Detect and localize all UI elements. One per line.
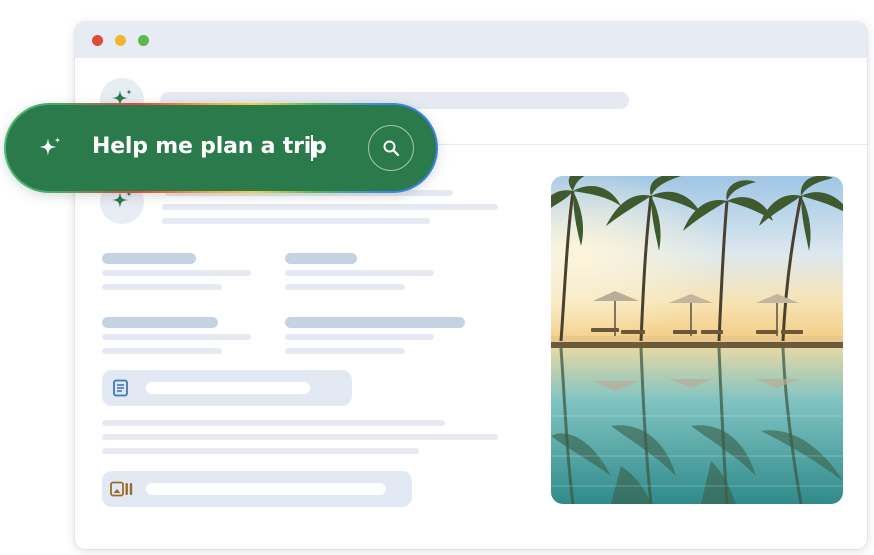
document-icon (113, 379, 128, 397)
placeholder-line (285, 270, 434, 276)
beach-pool-photo (551, 176, 843, 504)
placeholder-line (102, 348, 222, 354)
placeholder-line (162, 218, 430, 224)
prompt-search-bar[interactable]: Help me plan a trip (6, 105, 436, 191)
placeholder-line (102, 270, 251, 276)
minimize-window-button[interactable] (115, 35, 126, 46)
placeholder-heading (102, 253, 196, 264)
prompt-input[interactable]: Help me plan a trip (92, 134, 327, 159)
document-chip[interactable] (102, 370, 352, 406)
placeholder-heading (285, 317, 465, 328)
placeholder-line (285, 334, 434, 340)
placeholder-line (285, 284, 405, 290)
placeholder-line (285, 348, 405, 354)
sparkle-icon (39, 137, 61, 156)
chip-placeholder (146, 483, 386, 495)
media-icon (110, 481, 133, 497)
search-icon (383, 140, 400, 157)
media-chip[interactable] (102, 471, 412, 507)
title-bar (75, 22, 867, 58)
placeholder-heading (102, 317, 218, 328)
stage: Help me plan a trip (0, 0, 874, 555)
close-window-button[interactable] (92, 35, 103, 46)
maximize-window-button[interactable] (138, 35, 149, 46)
placeholder-line (102, 334, 251, 340)
placeholder-line (102, 284, 222, 290)
placeholder-line (102, 434, 498, 440)
palm-trees-image (551, 176, 843, 504)
placeholder-heading (285, 253, 357, 264)
prompt-search-bar-border: Help me plan a trip (4, 103, 438, 193)
placeholder-line (162, 204, 498, 210)
placeholder-line (102, 448, 419, 454)
text-caret (311, 135, 313, 161)
placeholder-line (102, 420, 445, 426)
chip-placeholder (146, 382, 310, 394)
search-button[interactable] (368, 125, 414, 171)
browser-window (75, 22, 867, 549)
